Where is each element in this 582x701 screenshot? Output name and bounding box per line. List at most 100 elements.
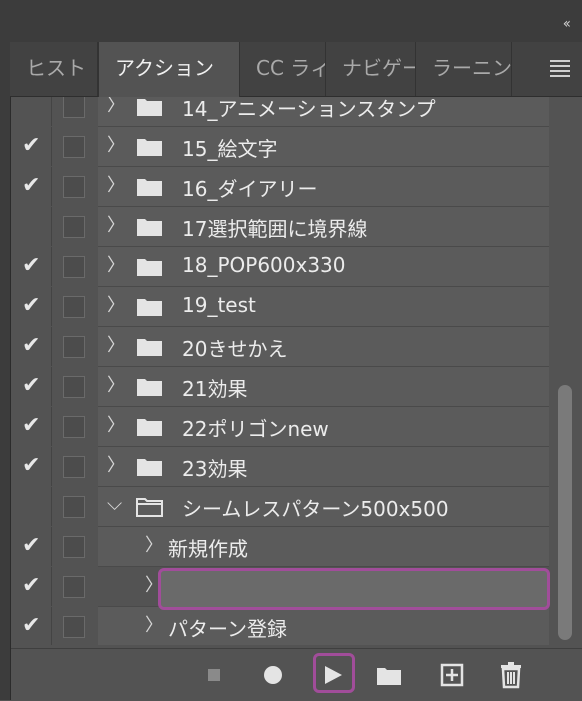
tab-label: アクション — [115, 56, 214, 80]
row-content[interactable]: 〉 23効果 — [98, 447, 549, 487]
panel-left-edge — [0, 42, 11, 700]
action-label: 19_test — [182, 293, 256, 317]
dialog-toggle-box[interactable] — [63, 97, 85, 118]
action-set-row[interactable]: 〉 17選択範囲に境界線 — [11, 207, 549, 247]
chevron-right-icon[interactable]: 〉 — [107, 456, 125, 476]
action-set-row[interactable]: ✔ 〉 21効果 — [11, 367, 549, 407]
collapse-panel-button[interactable]: ‹‹ — [563, 16, 571, 32]
dialog-toggle-box[interactable] — [63, 616, 85, 638]
dialog-toggle-box[interactable] — [63, 256, 85, 278]
scrollbar-thumb[interactable] — [558, 385, 572, 640]
folder-open-icon — [136, 497, 164, 517]
dialog-toggle-box[interactable] — [63, 416, 85, 438]
chevron-right-icon[interactable]: 〉 — [107, 256, 125, 276]
dialog-toggle-box[interactable] — [63, 496, 85, 518]
action-set-row[interactable]: ⌵ シームレスパターン500x500 — [11, 487, 549, 527]
folder-icon — [136, 337, 164, 357]
chevron-right-icon[interactable]: 〉 — [107, 376, 125, 396]
chevron-right-icon[interactable]: 〉 — [145, 536, 163, 556]
toggle-item-cell[interactable] — [11, 97, 52, 126]
tab-history[interactable]: ヒスト — [10, 42, 98, 96]
row-content[interactable]: 〉 15_絵文字 — [98, 127, 549, 167]
row-content[interactable]: ⌵ シームレスパターン500x500 — [98, 487, 549, 527]
list-scrollbar[interactable] — [555, 98, 575, 645]
action-set-row[interactable]: ✔ 〉 23効果 — [11, 447, 549, 487]
row-content[interactable]: 〉 20きせかえ — [98, 327, 549, 367]
actions-panel: ‹‹ ヒスト アクション CC ラィ ナビゲー ラーニン 〉 14_アニメーション… — [0, 0, 582, 701]
row-content[interactable]: 〉新規作成 — [98, 527, 549, 567]
toggle-item-cell[interactable]: ✔ — [11, 247, 52, 286]
dialog-toggle-box[interactable] — [63, 456, 85, 478]
toggle-item-cell[interactable] — [11, 487, 52, 526]
folder-icon[interactable] — [373, 659, 405, 691]
checkmark-icon: ✔ — [22, 253, 41, 278]
toggle-item-cell[interactable] — [11, 207, 52, 246]
toggle-item-cell[interactable]: ✔ — [11, 567, 52, 606]
dialog-toggle-box[interactable] — [63, 376, 85, 398]
row-content[interactable]: 〉 17選択範囲に境界線 — [98, 207, 549, 247]
toggle-item-cell[interactable]: ✔ — [11, 367, 52, 406]
chevron-right-icon[interactable]: 〉 — [107, 416, 125, 436]
toggle-item-cell[interactable]: ✔ — [11, 527, 52, 566]
chevron-right-icon[interactable]: 〉 — [107, 216, 125, 236]
chevron-right-icon[interactable]: 〉 — [107, 97, 125, 116]
action-set-row[interactable]: 〉 14_アニメーションスタンプ — [11, 97, 549, 127]
folder-icon — [136, 417, 164, 437]
toggle-item-cell[interactable]: ✔ — [11, 327, 52, 366]
row-content[interactable]: 〉 21効果 — [98, 367, 549, 407]
actions-list: 〉 14_アニメーションスタンプ ✔ 〉 15_絵文字 ✔ 〉 16_ダイアリー〉 17選択範囲… — [11, 97, 549, 645]
toggle-item-cell[interactable]: ✔ — [11, 607, 52, 645]
dialog-toggle-box[interactable] — [63, 576, 85, 598]
action-label: 新規作成 — [168, 537, 248, 561]
toggle-item-cell[interactable]: ✔ — [11, 447, 52, 486]
row-content[interactable]: 〉 16_ダイアリー — [98, 167, 549, 207]
row-content[interactable]: 〉 18_POP600x330 — [98, 247, 549, 287]
plus-square-icon[interactable] — [436, 659, 468, 691]
trash-icon[interactable] — [495, 659, 527, 691]
chevron-down-icon[interactable]: ⌵ — [107, 493, 123, 513]
folder-icon — [136, 297, 164, 317]
folder-icon — [136, 137, 164, 157]
tab-navigator[interactable]: ナビゲー — [326, 42, 416, 96]
action-set-row[interactable]: ✔ 〉 16_ダイアリー — [11, 167, 549, 207]
action-set-row[interactable]: ✔ 〉 18_POP600x330 — [11, 247, 549, 287]
action-set-row[interactable]: ✔ 〉 15_絵文字 — [11, 127, 549, 167]
checkmark-icon: ✔ — [22, 373, 41, 398]
play-highlight — [313, 653, 355, 693]
dialog-toggle-box[interactable] — [63, 336, 85, 358]
checkmark-icon: ✔ — [22, 333, 41, 358]
tab-learn[interactable]: ラーニン — [416, 42, 512, 96]
tab-actions[interactable]: アクション — [98, 42, 240, 98]
chevron-right-icon[interactable]: 〉 — [107, 336, 125, 356]
tab-label: ナビゲー — [342, 56, 416, 80]
action-set-row[interactable]: ✔ 〉 19_test — [11, 287, 549, 327]
actions-toolbar — [11, 648, 582, 701]
dialog-toggle-box[interactable] — [63, 216, 85, 238]
panel-menu-icon[interactable] — [550, 60, 570, 77]
row-content[interactable]: 〉 14_アニメーションスタンプ — [98, 97, 549, 127]
toggle-item-cell[interactable]: ✔ — [11, 407, 52, 446]
row-content[interactable]: 〉パターン登録 — [98, 607, 549, 645]
chevron-right-icon[interactable]: 〉 — [145, 616, 163, 636]
row-content[interactable]: 〉 22ポリゴンnew — [98, 407, 549, 447]
action-set-row[interactable]: ✔ 〉 20きせかえ — [11, 327, 549, 367]
toggle-item-cell[interactable]: ✔ — [11, 127, 52, 166]
folder-icon — [136, 97, 164, 117]
record-icon[interactable] — [257, 659, 289, 691]
action-set-row[interactable]: ✔ 〉 22ポリゴンnew — [11, 407, 549, 447]
toggle-item-cell[interactable]: ✔ — [11, 287, 52, 326]
chevron-right-icon[interactable]: 〉 — [107, 136, 125, 156]
toggle-item-cell[interactable]: ✔ — [11, 167, 52, 206]
dialog-toggle-box[interactable] — [63, 536, 85, 558]
dialog-toggle-box[interactable] — [63, 136, 85, 158]
chevron-right-icon[interactable]: 〉 — [107, 296, 125, 316]
tab-label: ラーニン — [432, 56, 512, 80]
action-row[interactable]: ✔ 〉新規作成 — [11, 527, 549, 567]
dialog-toggle-box[interactable] — [63, 176, 85, 198]
tab-cc-libraries[interactable]: CC ラィ — [240, 42, 326, 96]
dialog-toggle-box[interactable] — [63, 296, 85, 318]
action-row[interactable]: ✔ 〉パターン登録 — [11, 607, 549, 645]
row-content[interactable]: 〉 19_test — [98, 287, 549, 327]
chevron-right-icon[interactable]: 〉 — [107, 176, 125, 196]
stop-icon[interactable] — [198, 659, 230, 691]
